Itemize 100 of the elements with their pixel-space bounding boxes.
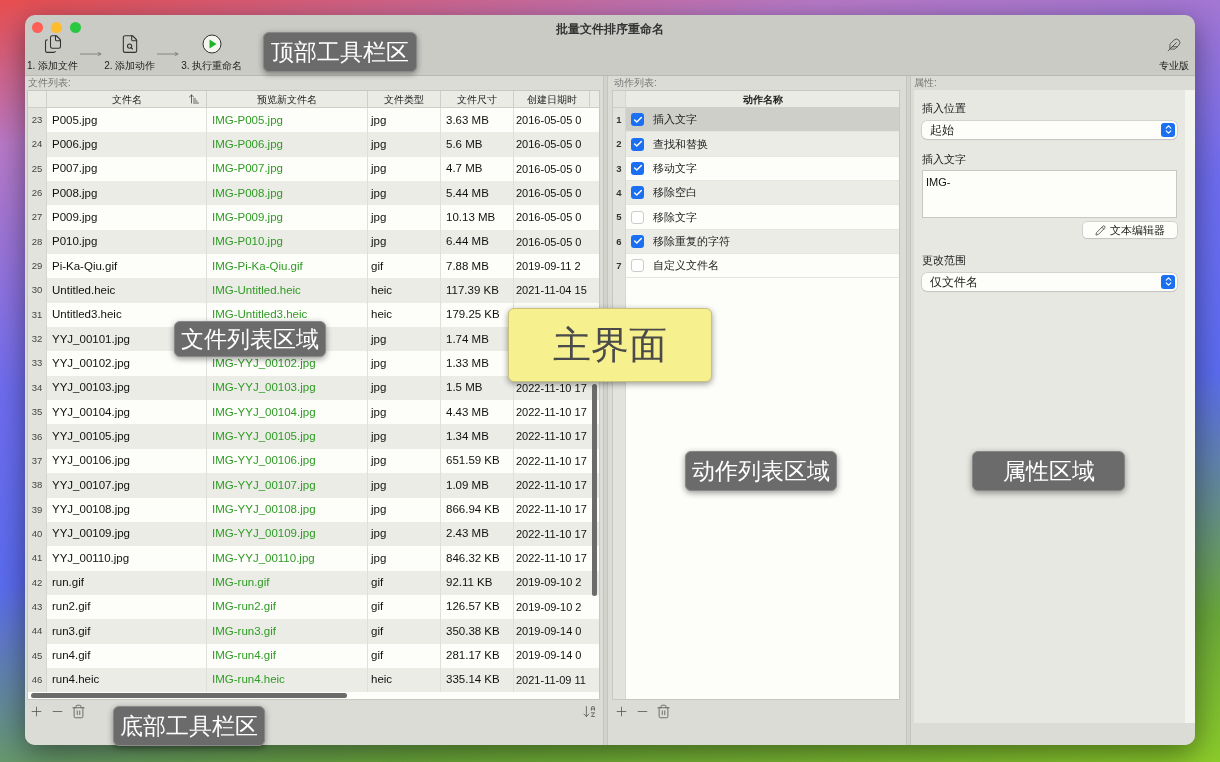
table-cell-text: IMG-P005.jpg (212, 112, 283, 128)
table-cell: P009.jpg (47, 205, 207, 230)
popup-select[interactable]: 仅文件名 (922, 272, 1177, 291)
row-number: 35 (28, 400, 47, 425)
table-cell-text: 2019-09-14 0 (516, 648, 582, 664)
toolbar-button[interactable]: 2. 添加动作 (104, 34, 156, 73)
column-header[interactable]: 文件类型 (368, 91, 441, 107)
table-cell: jpg (368, 546, 441, 571)
vertical-scrollbar[interactable] (592, 384, 597, 596)
table-cell: 117.39 KB (441, 278, 514, 303)
sort-az-icon[interactable] (582, 703, 597, 719)
section-label: 文件列表: (27, 76, 72, 90)
trash-icon[interactable] (656, 703, 671, 719)
column-header[interactable]: 文件名 (47, 91, 207, 107)
checkbox[interactable] (631, 161, 644, 175)
popup-select[interactable]: 起始 (922, 120, 1177, 139)
table-cell: YYJ_00110.jpg (47, 546, 207, 571)
row-number: 36 (28, 424, 47, 449)
table-cell-text: 2019-09-10 2 (516, 575, 582, 591)
row-number: 31 (28, 302, 47, 328)
table-cell-text: 2022-11-10 17 (516, 526, 587, 542)
table-cell: gif (368, 619, 441, 644)
horizontal-scrollbar[interactable] (31, 693, 347, 698)
table-cell-text: 2022-11-10 17 (516, 380, 587, 396)
row-number: 41 (28, 546, 47, 571)
checkbox[interactable] (631, 186, 644, 200)
table-cell: 866.94 KB (441, 497, 514, 522)
table-cell: YYJ_00105.jpg (47, 424, 207, 449)
add-icon[interactable] (29, 703, 44, 719)
table-cell-text: IMG-YYJ_00106.jpg (212, 453, 316, 469)
table-cell: 5.6 MB (441, 132, 514, 157)
row-number: 29 (28, 254, 47, 279)
row-number: 45 (28, 643, 47, 668)
field-label: 更改范围 (922, 253, 967, 268)
table-cell-text: 2016-05-05 0 (516, 234, 582, 250)
checkbox[interactable] (631, 113, 644, 127)
play-icon (201, 34, 222, 54)
table-cell-text: IMG-P007.jpg (212, 161, 283, 177)
table-cell-text: IMG-YYJ_00107.jpg (212, 477, 316, 493)
table-cell-text: 2022-11-10 17 (516, 551, 587, 567)
table-cell: run4.gif (47, 643, 207, 668)
row-number: 46 (28, 667, 47, 693)
row-number: 6 (615, 234, 623, 249)
annotation-label: 动作列表区域 (685, 451, 837, 491)
annotation-label: 顶部工具栏区 (263, 32, 417, 72)
table-cell: jpg (368, 497, 441, 522)
table-cell-text: 2016-05-05 0 (516, 210, 582, 226)
annotation-label: 主界面 (508, 308, 712, 382)
table-cell: jpg (368, 424, 441, 449)
section-label: 属性: (913, 76, 938, 90)
row-number: 23 (28, 108, 47, 133)
chevron-updown-icon (1161, 122, 1175, 137)
checkbox[interactable] (631, 210, 644, 224)
documents-icon (42, 34, 63, 54)
text-area[interactable]: IMG- (922, 170, 1177, 218)
row-number: 3 (615, 161, 623, 176)
arrow-icon (80, 51, 103, 57)
table-cell-text: IMG-Pi-Ka-Qiu.gif (212, 258, 303, 274)
table-cell-text: IMG-YYJ_00110.jpg (212, 550, 315, 566)
action-row[interactable]: 插入文字 (626, 108, 899, 133)
table-cell: 846.32 KB (441, 546, 514, 571)
add-icon[interactable] (614, 703, 629, 719)
row-number: 1 (615, 113, 623, 128)
table-cell: run3.gif (47, 619, 207, 644)
table-cell-text: IMG-YYJ_00109.jpg (212, 526, 316, 542)
table-cell: jpg (368, 205, 441, 230)
table-cell: run.gif (47, 570, 207, 595)
trash-icon[interactable] (71, 703, 86, 719)
table-cell-text: IMG-Untitled.heic (212, 282, 301, 298)
table-cell-text: 2022-11-10 17 (516, 478, 587, 494)
row-number: 43 (28, 594, 47, 620)
table-cell-text: 2019-09-14 0 (516, 624, 582, 640)
table-cell-text: IMG-YYJ_00104.jpg (212, 404, 316, 420)
table-cell-text: IMG-run4.gif (212, 648, 276, 664)
text-editor-button[interactable]: 文本编辑器 (1083, 222, 1177, 238)
checkbox[interactable] (631, 259, 644, 273)
table-cell-text: 2022-11-10 17 (516, 453, 587, 469)
action-row[interactable]: 移除重复的字符 (626, 229, 899, 255)
toolbar-button[interactable]: 1. 添加文件 (27, 34, 79, 73)
action-row[interactable]: 移除空白 (626, 181, 899, 206)
column-header[interactable]: 文件尺寸 (441, 91, 514, 107)
row-number: 7 (615, 259, 623, 274)
row-number: 27 (28, 205, 47, 230)
action-row[interactable]: 查找和替换 (626, 132, 899, 157)
checkbox[interactable] (631, 234, 644, 248)
table-cell: 1.09 MB (441, 473, 514, 498)
column-header[interactable]: 创建日期时 (514, 91, 590, 107)
close-button[interactable] (32, 22, 43, 33)
table-cell-text: IMG-P009.jpg (212, 209, 283, 225)
pro-button[interactable]: 专业版 (1159, 38, 1189, 73)
checkbox[interactable] (631, 137, 644, 151)
row-number: 32 (28, 327, 47, 352)
table-cell-text: IMG-YYJ_00108.jpg (212, 502, 316, 518)
row-number: 34 (28, 375, 47, 401)
row-number: 24 (28, 132, 47, 157)
row-number: 39 (28, 497, 47, 522)
row-number: 42 (28, 570, 47, 595)
field-label: 插入位置 (922, 101, 967, 116)
column-header[interactable]: 预览新文件名 (207, 91, 368, 107)
toolbar-button[interactable]: 3. 执行重命名 (181, 34, 243, 73)
